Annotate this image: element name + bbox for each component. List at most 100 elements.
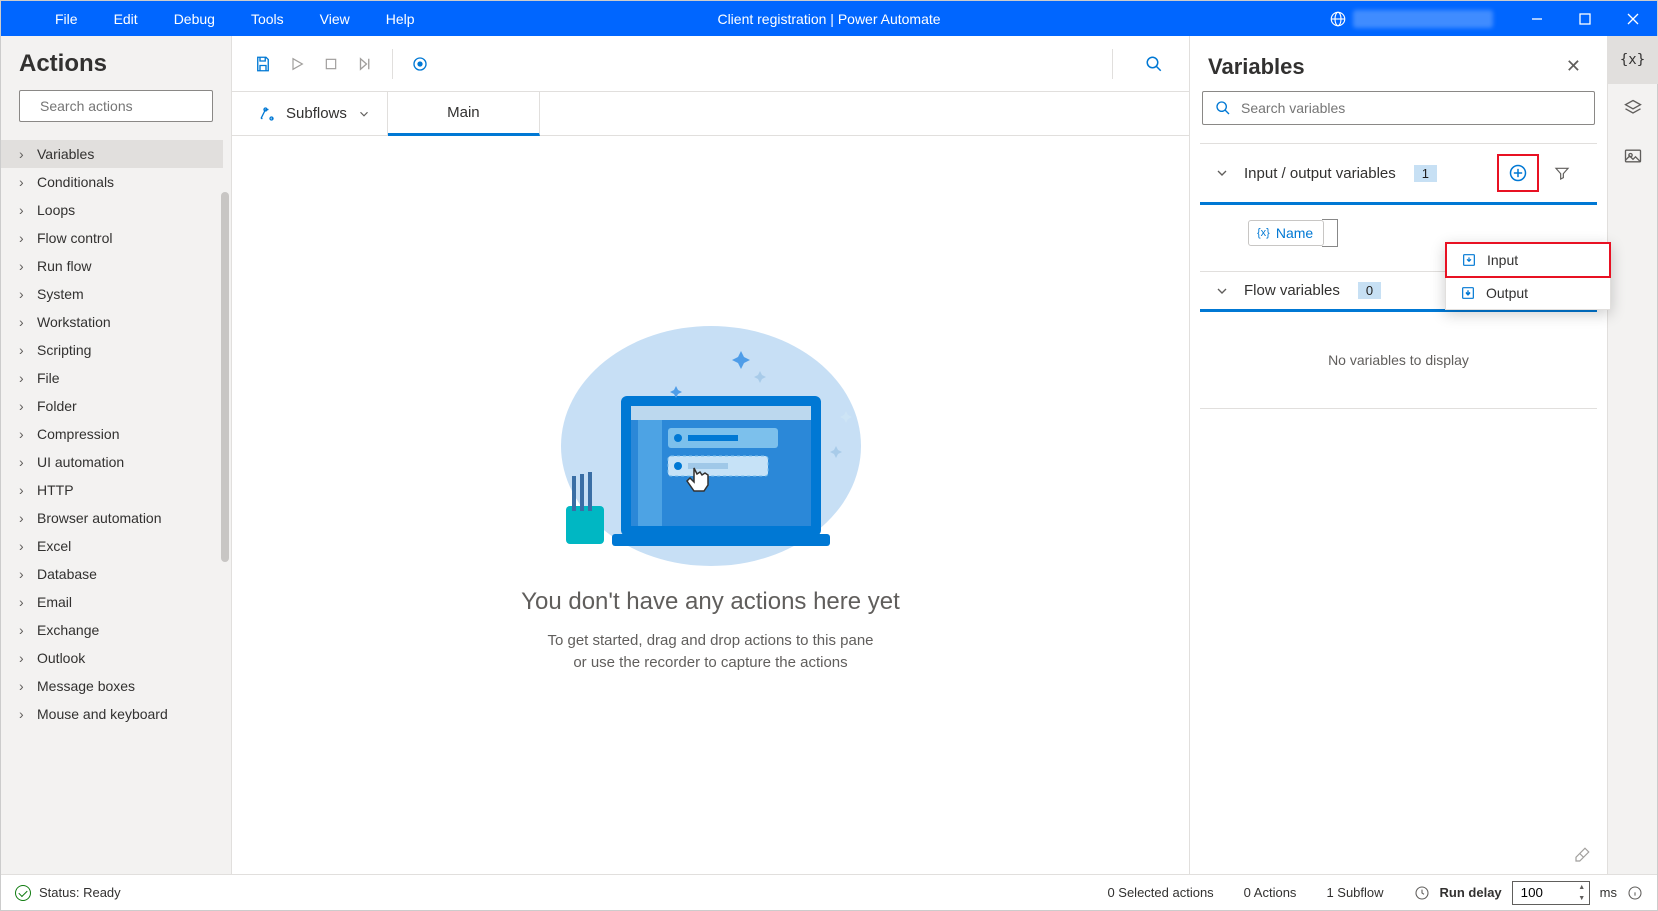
maximize-button[interactable] <box>1561 1 1609 36</box>
menubar: File Edit Debug Tools View Help <box>1 5 429 33</box>
menu-view[interactable]: View <box>306 5 364 33</box>
layers-icon <box>1623 98 1643 118</box>
action-group-label: Workstation <box>37 314 111 330</box>
input-icon <box>1461 252 1477 268</box>
action-group-label: Excel <box>37 538 71 554</box>
action-group-email[interactable]: ›Email <box>1 588 223 616</box>
search-icon <box>1215 100 1231 116</box>
action-group-database[interactable]: ›Database <box>1 560 223 588</box>
action-group-excel[interactable]: ›Excel <box>1 532 223 560</box>
clear-button[interactable] <box>1573 846 1591 864</box>
rail-variables[interactable]: {x} <box>1608 36 1658 84</box>
action-group-message-boxes[interactable]: ›Message boxes <box>1 672 223 700</box>
actions-list[interactable]: ›Variables ›Conditionals ›Loops ›Flow co… <box>1 136 231 874</box>
empty-state-illustration <box>546 316 876 566</box>
action-group-http[interactable]: ›HTTP <box>1 476 223 504</box>
action-group-label: Run flow <box>37 258 91 274</box>
spinner-up[interactable]: ▲ <box>1575 882 1589 893</box>
minimize-button[interactable] <box>1513 1 1561 36</box>
action-group-variables[interactable]: ›Variables <box>1 140 223 168</box>
variable-chip-label: Name <box>1276 225 1313 241</box>
action-group-system[interactable]: ›System <box>1 280 223 308</box>
close-button[interactable] <box>1609 1 1657 36</box>
empty-line2: or use the recorder to capture the actio… <box>573 654 847 671</box>
action-group-exchange[interactable]: ›Exchange <box>1 616 223 644</box>
menu-tools[interactable]: Tools <box>237 5 298 33</box>
close-variables-button[interactable]: ✕ <box>1558 52 1589 81</box>
record-button[interactable] <box>403 47 437 81</box>
menu-input-label: Input <box>1487 252 1518 268</box>
variables-search[interactable] <box>1202 91 1595 125</box>
menu-edit[interactable]: Edit <box>100 5 152 33</box>
stop-button[interactable] <box>314 47 348 81</box>
variable-chip-name[interactable]: {x} Name <box>1248 220 1324 246</box>
action-group-label: Conditionals <box>37 174 114 190</box>
search-icon <box>1145 55 1163 73</box>
flow-canvas[interactable]: You don't have any actions here yet To g… <box>232 136 1189 874</box>
chevron-down-icon <box>357 107 371 121</box>
spinner-down[interactable]: ▼ <box>1575 893 1589 904</box>
action-group-flow-control[interactable]: ›Flow control <box>1 224 223 252</box>
add-output-variable[interactable]: Output <box>1446 277 1610 309</box>
save-button[interactable] <box>246 47 280 81</box>
action-group-ui-automation[interactable]: ›UI automation <box>1 448 223 476</box>
action-group-label: Database <box>37 566 97 582</box>
action-group-scripting[interactable]: ›Scripting <box>1 336 223 364</box>
action-group-label: Variables <box>37 146 94 162</box>
window-title: Client registration | Power Automate <box>717 11 940 27</box>
add-variable-menu: Input Output <box>1445 242 1611 310</box>
tab-main-label: Main <box>447 104 480 121</box>
action-group-run-flow[interactable]: ›Run flow <box>1 252 223 280</box>
action-group-label: Email <box>37 594 72 610</box>
plus-circle-icon <box>1508 163 1528 183</box>
tab-main[interactable]: Main <box>388 92 540 136</box>
add-input-variable[interactable]: Input <box>1445 242 1611 278</box>
flow-variables-empty: No variables to display <box>1200 312 1597 409</box>
action-group-file[interactable]: ›File <box>1 364 223 392</box>
actions-search[interactable] <box>19 90 213 122</box>
action-group-loops[interactable]: ›Loops <box>1 196 223 224</box>
action-group-conditionals[interactable]: ›Conditionals <box>1 168 223 196</box>
actions-panel: Actions ›Variables ›Conditionals ›Loops … <box>1 36 232 874</box>
action-group-mouse-keyboard[interactable]: ›Mouse and keyboard <box>1 700 223 728</box>
action-group-folder[interactable]: ›Folder <box>1 392 223 420</box>
chevron-down-icon <box>1214 165 1230 181</box>
variables-header: Variables <box>1208 54 1305 80</box>
add-io-variable-button[interactable] <box>1497 154 1539 192</box>
clock-icon <box>1414 885 1430 901</box>
search-button[interactable] <box>1137 47 1171 81</box>
action-group-label: Loops <box>37 202 75 218</box>
info-icon[interactable] <box>1627 885 1643 901</box>
menu-help[interactable]: Help <box>372 5 429 33</box>
action-group-label: UI automation <box>37 454 124 470</box>
environment-indicator[interactable] <box>1329 10 1493 28</box>
menu-debug[interactable]: Debug <box>160 5 229 33</box>
io-variables-header[interactable]: Input / output variables 1 <box>1200 144 1597 205</box>
save-icon <box>254 55 272 73</box>
subflows-icon <box>258 105 276 123</box>
globe-icon <box>1329 10 1347 28</box>
run-button[interactable] <box>280 47 314 81</box>
status-ok-icon <box>15 885 31 901</box>
menu-file[interactable]: File <box>41 5 92 33</box>
actions-search-input[interactable] <box>40 98 221 114</box>
scrollbar[interactable] <box>221 192 229 562</box>
step-button[interactable] <box>348 47 382 81</box>
chevron-down-icon <box>1214 283 1230 299</box>
center-workspace: Subflows Main <box>232 36 1189 874</box>
variables-search-input[interactable] <box>1241 100 1582 116</box>
action-group-label: Scripting <box>37 342 91 358</box>
action-group-label: HTTP <box>37 482 74 498</box>
actions-header: Actions <box>1 36 231 90</box>
rail-ui-elements[interactable] <box>1608 84 1658 132</box>
action-group-compression[interactable]: ›Compression <box>1 420 223 448</box>
subflows-dropdown[interactable]: Subflows <box>242 92 388 135</box>
image-icon <box>1623 146 1643 166</box>
action-group-workstation[interactable]: ›Workstation <box>1 308 223 336</box>
titlebar: File Edit Debug Tools View Help Client r… <box>1 1 1657 36</box>
rail-images[interactable] <box>1608 132 1658 180</box>
action-group-outlook[interactable]: ›Outlook <box>1 644 223 672</box>
filter-io-variables-button[interactable] <box>1541 154 1583 192</box>
status-subflows: 1 Subflow <box>1326 885 1383 900</box>
action-group-browser-automation[interactable]: ›Browser automation <box>1 504 223 532</box>
